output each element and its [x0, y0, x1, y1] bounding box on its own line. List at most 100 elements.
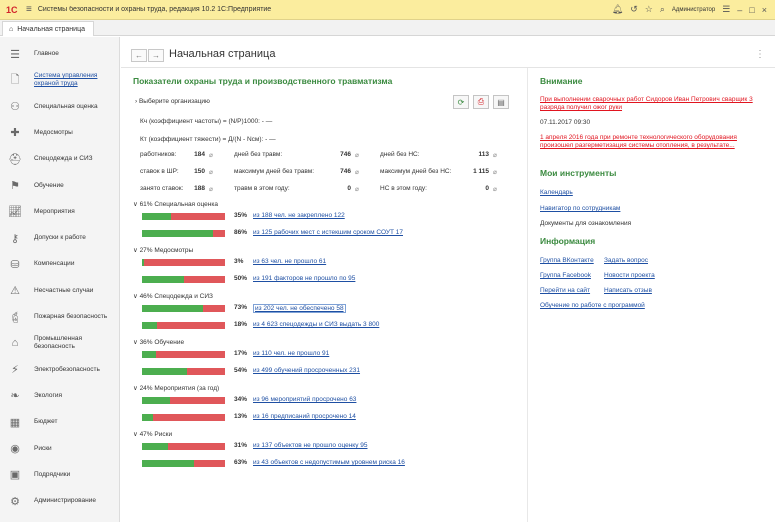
user-name[interactable]: Администратор [672, 7, 715, 13]
table-view-button[interactable]: ▤ [493, 95, 509, 109]
stat-label: ставок в ШР: [140, 168, 179, 175]
back-button[interactable]: ← [131, 49, 147, 62]
indicator-link[interactable]: из 191 факторов не прошло по 95 [253, 275, 355, 282]
forward-button[interactable]: → [148, 49, 164, 62]
indicator-link[interactable]: из 125 рабочих мест с истекшим сроком СО… [253, 229, 403, 236]
group-header[interactable]: ∨ 46% Спецодежда и СИЗ [133, 292, 213, 300]
gear-icon: ⚙︎ [10, 495, 20, 508]
indicator-link[interactable]: из 16 предписаний просрочено 14 [253, 413, 356, 420]
tab-home[interactable]: ⌂ Начальная страница [2, 21, 94, 36]
window-title: Системы безопасности и охраны труда, ред… [37, 6, 272, 13]
sidebar-item[interactable]: ⚑ Обучение [0, 173, 120, 199]
sidebar-item[interactable]: ✚ Медосмотры [0, 120, 120, 146]
stat-value: 150 [194, 168, 205, 175]
vk-group-link[interactable]: Группа ВКонтакте [540, 257, 594, 264]
alert-date: 07.11.2017 09:30 [540, 119, 591, 126]
open-link-icon[interactable]: ⌀ [355, 185, 359, 193]
write-review-link[interactable]: Написать отзыв [604, 287, 652, 294]
search-icon[interactable]: ⌕ [660, 4, 665, 15]
sidebar-item[interactable]: 🗋︎ Система управления охраной труда [0, 67, 120, 93]
sidebar-item[interactable]: ⌂ Промышленная безопасность [0, 330, 120, 356]
sidebar-item-label: Экология [34, 391, 63, 399]
indicator-link[interactable]: из 137 объектов не прошло оценку 95 [253, 442, 368, 449]
project-news-link[interactable]: Новости проекта [604, 272, 655, 279]
sidebar-item[interactable]: ◉ Риски [0, 436, 120, 462]
settings-icon[interactable]: ☰ [722, 4, 730, 15]
star-icon[interactable]: ☆ [645, 4, 653, 15]
group-header[interactable]: ∨ 24% Мероприятия (за год) [133, 384, 219, 392]
divider [527, 68, 528, 522]
alert-link[interactable]: При выполнении сварочных работ Сидоров И… [540, 96, 765, 112]
sidebar-item-label: Компенсации [34, 260, 75, 268]
risk-icon: ◉ [10, 443, 20, 455]
sidebar-item[interactable]: 📈︎ Мероприятия [0, 199, 120, 225]
title-bar: 1С ≡ Системы безопасности и охраны труда… [0, 0, 775, 20]
indicator-link[interactable]: из 4 623 спецодежды и СИЗ выдать 3 800 [253, 321, 379, 328]
sidebar-item[interactable]: ▦ Бюджет [0, 409, 120, 435]
sidebar-item[interactable]: ⚇ Специальная оценка [0, 94, 120, 120]
progress-bar [142, 213, 225, 220]
sidebar-item-label: Спецодежда и СИЗ [34, 155, 93, 163]
open-link-icon[interactable]: ⌀ [493, 168, 497, 176]
sidebar-item[interactable]: ❧ Экология [0, 383, 120, 409]
sidebar-item[interactable]: ⚠︎ Несчастные случаи [0, 278, 120, 304]
maximize-icon[interactable]: □ [749, 5, 754, 15]
stat-value: 0 [485, 185, 489, 192]
indicator-link[interactable]: из 43 объектов с недопустимым уровнем ри… [253, 459, 405, 466]
print-button[interactable]: ⎙ [473, 95, 489, 109]
sidebar-item[interactable]: ☰ Главное [0, 41, 120, 67]
organization-select[interactable]: › Выберите организацию [135, 98, 210, 105]
history-icon[interactable]: ↺ [630, 4, 638, 15]
sidebar-item[interactable]: ⚡︎ Электробезопасность [0, 357, 120, 383]
calendar-link[interactable]: Календарь [540, 189, 573, 196]
percent-value: 50% [234, 275, 248, 282]
minimize-icon[interactable]: – [737, 5, 742, 15]
facebook-group-link[interactable]: Группа Facebook [540, 272, 591, 279]
main-menu-icon[interactable]: ≡ [26, 4, 32, 15]
medical-icon: ✚ [10, 127, 20, 140]
refresh-button[interactable]: ⟳ [453, 95, 469, 109]
group-header[interactable]: ∨ 61% Специальная оценка [133, 200, 218, 208]
sidebar-item[interactable]: 🧯︎ Пожарная безопасность [0, 304, 120, 330]
open-link-icon[interactable]: ⌀ [493, 151, 497, 159]
open-link-icon[interactable]: ⌀ [209, 168, 213, 176]
indicator-link[interactable]: из 63 чел. не прошло 61 [253, 258, 326, 265]
sidebar-item[interactable]: ⚙︎ Администрирование [0, 488, 120, 514]
alert-link[interactable]: 1 апреля 2016 года при ремонте технологи… [540, 134, 765, 150]
sidebar-item-label: Пожарная безопасность [34, 313, 108, 320]
go-to-site-link[interactable]: Перейти на сайт [540, 287, 590, 294]
employee-navigator-link[interactable]: Навигатор по сотрудникам [540, 205, 620, 212]
more-icon[interactable]: ⋮ [755, 49, 765, 60]
tabs-bar: ⌂ Начальная страница [0, 20, 775, 36]
close-icon[interactable]: × [762, 5, 767, 15]
progress-bar [142, 460, 225, 467]
calculator-icon: ▦ [9, 416, 21, 429]
factory-icon: ⌂ [11, 337, 19, 350]
group-header[interactable]: ∨ 27% Медосмотры [133, 246, 193, 254]
group-header[interactable]: ∨ 36% Обучение [133, 338, 184, 346]
indicator-link[interactable]: из 96 мероприятий просрочено 63 [253, 396, 356, 403]
indicator-link[interactable]: из 110 чел. не прошло 91 [253, 350, 329, 357]
indicator-link[interactable]: из 202 чел. не обеспечено 58 [253, 304, 346, 313]
sidebar-item[interactable]: ⛁ Компенсации [0, 251, 120, 277]
sidebar-item[interactable]: ⚷ Допуски к работе [0, 225, 120, 251]
group-header[interactable]: ∨ 47% Риски [133, 430, 172, 438]
progress-bar [142, 351, 225, 358]
progress-fill [142, 259, 145, 266]
stat-value: 1 115 [473, 168, 489, 175]
open-link-icon[interactable]: ⌀ [209, 185, 213, 193]
key-icon: ⚷ [10, 232, 20, 245]
training-link[interactable]: Обучение по работе с программой [540, 302, 645, 309]
indicator-link[interactable]: из 499 обучений просроченных 231 [253, 367, 360, 374]
documents-text[interactable]: Документы для ознакомления [540, 220, 631, 227]
indicator-link[interactable]: из 188 чел. не закреплено 122 [253, 212, 345, 219]
open-link-icon[interactable]: ⌀ [493, 185, 497, 193]
ask-question-link[interactable]: Задать вопрос [604, 257, 648, 264]
open-link-icon[interactable]: ⌀ [355, 151, 359, 159]
sidebar-item[interactable]: ▣ Подрядчики [0, 462, 120, 488]
sidebar-item[interactable]: ⛑︎ Спецодежда и СИЗ [0, 146, 120, 172]
progress-fill [142, 213, 172, 220]
bell-icon[interactable]: 🔔︎ [612, 4, 623, 15]
open-link-icon[interactable]: ⌀ [209, 151, 213, 159]
open-link-icon[interactable]: ⌀ [355, 168, 359, 176]
